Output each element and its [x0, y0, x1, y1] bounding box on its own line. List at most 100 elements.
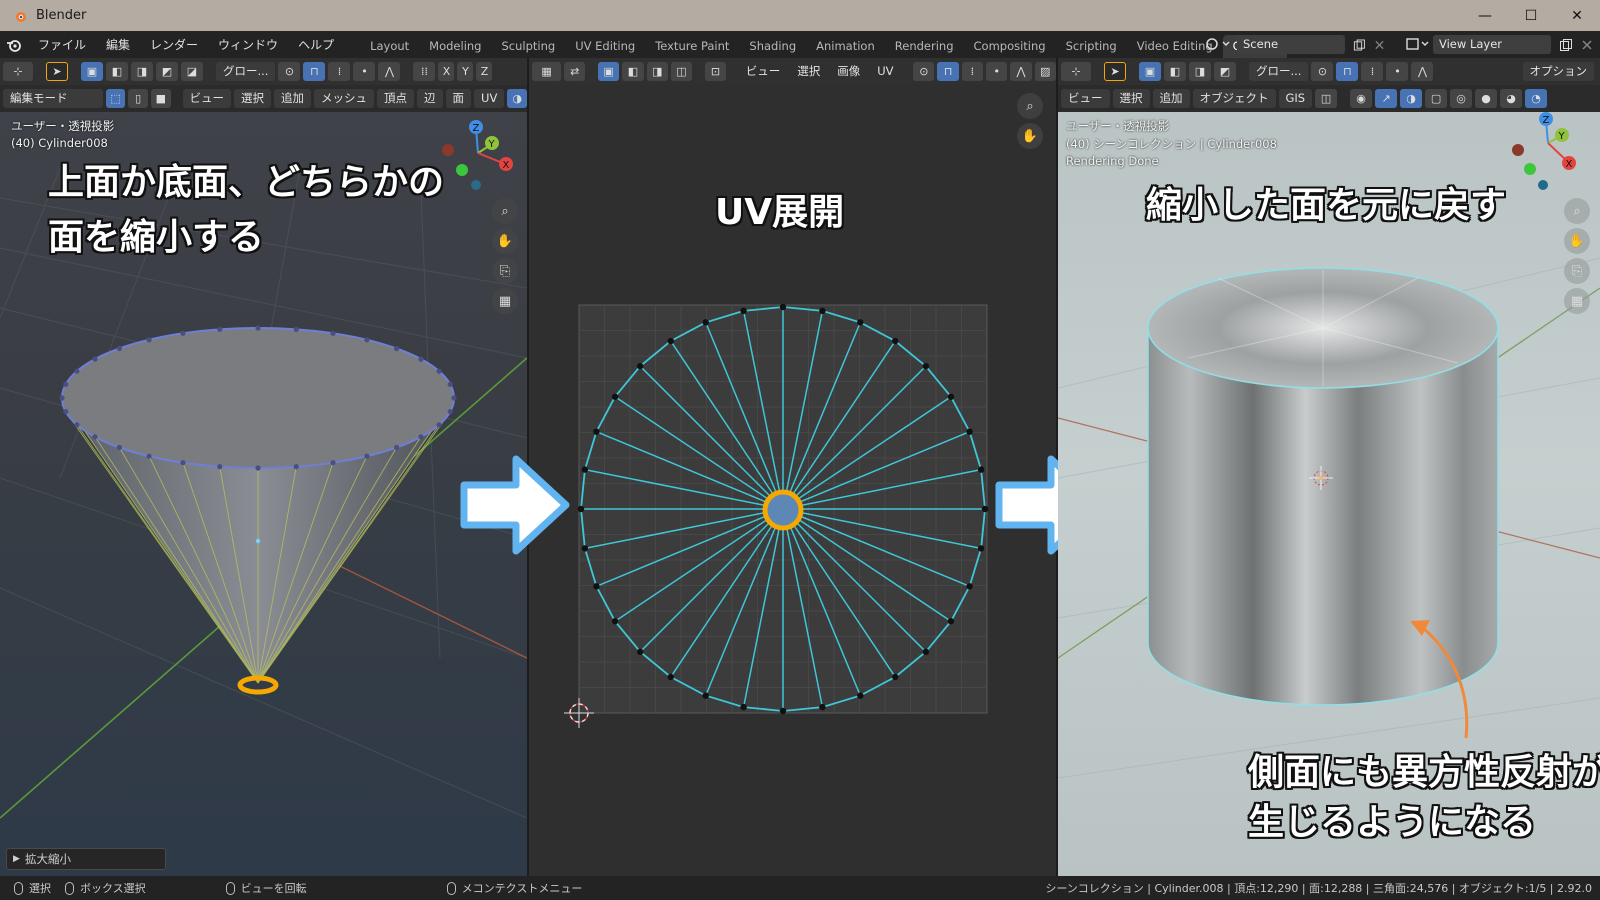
axis-x-toggle[interactable]: X: [438, 62, 455, 81]
right-select-subtract-icon[interactable]: ◨: [1189, 62, 1211, 81]
select-intersect-icon[interactable]: ◪: [181, 62, 203, 81]
right-menu-gis[interactable]: GIS: [1278, 89, 1313, 108]
scene-name-field[interactable]: Scene: [1237, 35, 1346, 54]
menu-edit[interactable]: 編集: [96, 36, 140, 53]
rendered-shading-icon[interactable]: ◔: [1525, 89, 1548, 108]
right-snap-target-icon[interactable]: ⁞: [1361, 62, 1384, 81]
menu-view[interactable]: ビュー: [182, 89, 232, 108]
visibility-icon[interactable]: ◉: [1350, 89, 1373, 108]
scene-selector[interactable]: Scene: [1205, 34, 1385, 55]
tab-rendering[interactable]: Rendering: [885, 35, 964, 58]
overlay-icon[interactable]: ◑: [1400, 89, 1423, 108]
tab-texture-paint[interactable]: Texture Paint: [645, 35, 739, 58]
new-view-layer-icon[interactable]: [1559, 38, 1573, 52]
view-layer-name-field[interactable]: View Layer: [1433, 35, 1551, 54]
viewport-overlay-icon[interactable]: ◑: [507, 89, 527, 108]
tab-modeling[interactable]: Modeling: [419, 35, 491, 58]
right-3d-viewport[interactable]: Z Y X ⊹ ➤ ▣ ◧ ◨ ◩ グロー... ⊙ ⊓ ⁞ • ⋀ オプション: [1058, 58, 1600, 876]
view-layer-selector[interactable]: View Layer: [1405, 34, 1595, 55]
gis-icon[interactable]: ◫: [1315, 89, 1338, 108]
zoom-icon[interactable]: ⌕: [492, 198, 518, 224]
transform-orientation-dropdown[interactable]: グロー...: [216, 62, 276, 81]
right-select-box-icon[interactable]: ▣: [1139, 62, 1161, 81]
editor-type-icon[interactable]: ⊹: [3, 62, 33, 81]
grid-view-icon[interactable]: ▦: [492, 288, 518, 314]
tab-uv-editing[interactable]: UV Editing: [565, 35, 645, 58]
gizmo-icon[interactable]: ↗: [1375, 89, 1398, 108]
axis-y-toggle[interactable]: Y: [457, 62, 474, 81]
uv-canvas: [564, 303, 989, 728]
pan-hand-icon[interactable]: ✋: [492, 228, 518, 254]
menu-render[interactable]: レンダー: [140, 36, 208, 53]
menu-file[interactable]: ファイル: [28, 36, 96, 53]
snap-target-icon[interactable]: ⁞: [328, 62, 351, 81]
right-snap-icon[interactable]: ⊓: [1336, 62, 1359, 81]
minimize-button[interactable]: —: [1462, 0, 1508, 31]
right-transform-orientation-dropdown[interactable]: グロー...: [1249, 62, 1309, 81]
menu-add[interactable]: 追加: [274, 89, 312, 108]
menu-uv[interactable]: UV: [474, 89, 505, 108]
menu-select[interactable]: 選択: [234, 89, 272, 108]
right-falloff-icon[interactable]: ⋀: [1411, 62, 1434, 81]
menu-face[interactable]: 面: [445, 89, 472, 108]
tab-layout[interactable]: Layout: [360, 35, 419, 58]
camera-icon[interactable]: ⎘: [492, 258, 518, 284]
right-menu-add[interactable]: 追加: [1152, 89, 1190, 108]
left-header-tools: ⊹ ➤ ▣ ◧ ◨ ◩ ◪ グロー... ⊙ ⊓ ⁞ • ⋀ ⁞⁞ X Y Z: [0, 58, 527, 85]
proportional-edit-icon[interactable]: •: [353, 62, 376, 81]
uv-zoom-icon[interactable]: ⌕: [1017, 93, 1043, 119]
right-select-extend-icon[interactable]: ◧: [1164, 62, 1186, 81]
right-zoom-icon[interactable]: ⌕: [1564, 198, 1590, 224]
uv-editor[interactable]: ▦ ⇄ ▣ ◧ ◨ ◫ ⊡ ビュー 選択 画像 UV ⊙ ⊓ ⁞ • ⋀ ▨ U…: [529, 58, 1056, 876]
menu-window[interactable]: ウィンドウ: [208, 36, 288, 53]
mirror-icon[interactable]: ⁞⁞: [413, 62, 436, 81]
right-editor-type-icon[interactable]: ⊹: [1061, 62, 1091, 81]
menu-vertex[interactable]: 頂点: [377, 89, 415, 108]
vertex-select-icon[interactable]: ⬚: [105, 89, 126, 108]
right-select-invert-icon[interactable]: ◩: [1214, 62, 1236, 81]
wireframe-shading-icon[interactable]: ◎: [1450, 89, 1473, 108]
select-subtract-icon[interactable]: ◨: [131, 62, 153, 81]
right-menu-select[interactable]: 選択: [1112, 89, 1150, 108]
select-extend-icon[interactable]: ◧: [106, 62, 128, 81]
new-scene-icon[interactable]: [1353, 38, 1366, 52]
tab-animation[interactable]: Animation: [806, 35, 885, 58]
falloff-icon[interactable]: ⋀: [378, 62, 401, 81]
tab-compositing[interactable]: Compositing: [964, 35, 1056, 58]
xray-icon[interactable]: ▢: [1425, 89, 1448, 108]
close-button[interactable]: ✕: [1554, 0, 1600, 31]
options-dropdown[interactable]: オプション: [1522, 62, 1594, 81]
axis-z-toggle[interactable]: Z: [476, 62, 493, 81]
right-grid-view-icon[interactable]: ▦: [1564, 288, 1590, 314]
solid-shading-icon[interactable]: ●: [1475, 89, 1498, 108]
pivot-icon[interactable]: ⊙: [278, 62, 301, 81]
tab-sculpting[interactable]: Sculpting: [491, 35, 565, 58]
select-tool-icon[interactable]: ➤: [46, 62, 68, 81]
select-invert-icon[interactable]: ◩: [156, 62, 178, 81]
select-box-mode-icon[interactable]: ▣: [81, 62, 103, 81]
delete-scene-icon[interactable]: [1374, 39, 1385, 51]
right-pivot-icon[interactable]: ⊙: [1311, 62, 1334, 81]
mode-dropdown[interactable]: 編集モード: [3, 89, 103, 108]
menu-mesh[interactable]: メッシュ: [314, 89, 375, 108]
menu-edge[interactable]: 辺: [417, 89, 443, 108]
edge-select-icon[interactable]: ▯: [128, 89, 148, 108]
face-select-icon[interactable]: ■: [150, 89, 171, 108]
right-menu-object[interactable]: オブジェクト: [1192, 89, 1276, 108]
right-proportional-icon[interactable]: •: [1386, 62, 1409, 81]
tab-scripting[interactable]: Scripting: [1056, 35, 1127, 58]
delete-view-layer-icon[interactable]: [1581, 39, 1593, 51]
menu-help[interactable]: ヘルプ: [288, 36, 344, 53]
tab-shading[interactable]: Shading: [739, 35, 806, 58]
material-shading-icon[interactable]: ◕: [1500, 89, 1523, 108]
blender-menu-icon[interactable]: [0, 38, 28, 52]
left-3d-viewport[interactable]: Z Y X ⊹ ➤ ▣ ◧ ◨ ◩ ◪ グロー... ⊙ ⊓ ⁞ • ⋀ ⁞⁞: [0, 58, 527, 876]
right-camera-icon[interactable]: ⎘: [1564, 258, 1590, 284]
snap-icon[interactable]: ⊓: [303, 62, 326, 81]
right-select-tool-icon[interactable]: ➤: [1104, 62, 1126, 81]
maximize-button[interactable]: ☐: [1508, 0, 1554, 31]
last-operation-panel[interactable]: ▶ 拡大縮小: [6, 848, 166, 870]
right-menu-view[interactable]: ビュー: [1061, 89, 1110, 108]
right-pan-hand-icon[interactable]: ✋: [1564, 228, 1590, 254]
uv-pan-hand-icon[interactable]: ✋: [1017, 123, 1043, 149]
